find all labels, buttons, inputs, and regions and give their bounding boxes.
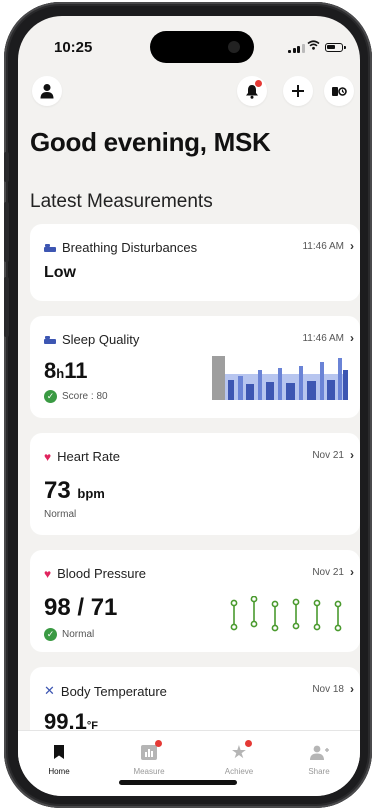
heart-rate-card[interactable]: ♥ Heart Rate Nov 21 › 73 bpm Normal: [30, 433, 360, 535]
dynamic-island: [150, 31, 254, 63]
blood-pressure-card[interactable]: ♥ Blood Pressure Nov 21 › 98 / 71 ✓ Normal: [30, 550, 360, 652]
bed-icon: [44, 335, 56, 344]
chart-icon: [141, 744, 157, 760]
tab-achieve[interactable]: ★ Achieve: [204, 740, 274, 776]
bed-icon: [44, 243, 56, 252]
blood-pressure-status: ✓ Normal: [44, 628, 94, 641]
tab-bar: Home Measure ★ Achieve Share: [18, 730, 360, 796]
chevron-right-icon: ›: [350, 331, 354, 345]
sleep-stage-chart: [212, 356, 348, 400]
people-icon: [310, 745, 329, 760]
blood-pressure-value: 98 / 71: [44, 594, 118, 621]
status-time: 10:25: [54, 39, 93, 56]
chevron-right-icon: ›: [350, 565, 354, 579]
card-date: Nov 21: [312, 567, 344, 578]
check-icon: ✓: [44, 628, 57, 641]
card-title: ♥ Heart Rate: [44, 449, 120, 464]
check-icon: ✓: [44, 390, 57, 403]
status-bar: 10:25: [18, 16, 360, 72]
greeting-title: Good evening, MSK: [30, 127, 271, 157]
sleep-score: ✓ Score : 80: [44, 390, 108, 403]
card-date: 11:46 AM: [302, 241, 344, 252]
tab-measure[interactable]: Measure: [114, 740, 184, 776]
card-title: ✕ Body Temperature: [44, 683, 167, 699]
tab-label: Measure: [133, 767, 165, 776]
card-title: Breathing Disturbances: [44, 240, 197, 255]
battery-icon: [325, 43, 346, 52]
device-button[interactable]: [324, 76, 354, 106]
tab-home[interactable]: Home: [24, 741, 94, 776]
breathing-card[interactable]: Breathing Disturbances 11:46 AM › Low: [30, 224, 360, 301]
signal-icon: [288, 44, 305, 53]
heart-rate-status: Normal: [44, 509, 77, 520]
notifications-button[interactable]: [237, 76, 267, 106]
side-button: [4, 202, 9, 262]
chevron-right-icon: ›: [350, 448, 354, 462]
bookmark-icon: [54, 745, 64, 759]
notification-badge: [155, 740, 162, 747]
top-bar: [18, 76, 360, 116]
screen: 10:25 Good evening, MSK Latest Measureme…: [18, 16, 360, 796]
card-title: ♥ Blood Pressure: [44, 566, 147, 581]
heart-rate-value: 73 bpm: [44, 477, 105, 504]
wifi-icon: [307, 39, 320, 53]
tab-label: Share: [308, 767, 330, 776]
plus-icon: [292, 85, 304, 97]
notification-badge: [255, 80, 262, 87]
chevron-right-icon: ›: [350, 239, 354, 253]
side-button: [4, 152, 9, 182]
add-button[interactable]: [283, 76, 313, 106]
side-button: [4, 277, 9, 337]
profile-button[interactable]: [32, 76, 62, 106]
tab-label: Home: [48, 767, 70, 776]
phone-frame: 10:25 Good evening, MSK Latest Measureme…: [4, 2, 372, 808]
chevron-right-icon: ›: [350, 682, 354, 696]
blood-pressure-range-chart: [230, 596, 342, 632]
heart-icon: ♥: [44, 566, 52, 581]
sleep-card[interactable]: Sleep Quality 11:46 AM › 8h11 ✓ Score : 8…: [30, 316, 360, 418]
card-title: Sleep Quality: [44, 332, 139, 347]
device-sync-icon: [332, 86, 347, 96]
card-date: Nov 21: [312, 450, 344, 461]
heart-icon: ♥: [44, 449, 52, 464]
tab-share[interactable]: Share: [284, 741, 354, 776]
star-icon: ★: [230, 742, 248, 762]
sleep-duration: 8h11: [44, 358, 88, 383]
home-indicator[interactable]: [119, 780, 237, 785]
tab-label: Achieve: [224, 767, 254, 776]
person-temperature-icon: ✕: [44, 683, 55, 698]
card-date: Nov 18: [312, 684, 344, 695]
breathing-value: Low: [44, 264, 76, 281]
person-icon: [40, 84, 54, 99]
section-title: Latest Measurements: [30, 191, 213, 212]
notification-badge: [245, 740, 252, 747]
card-date: 11:46 AM: [302, 333, 344, 344]
